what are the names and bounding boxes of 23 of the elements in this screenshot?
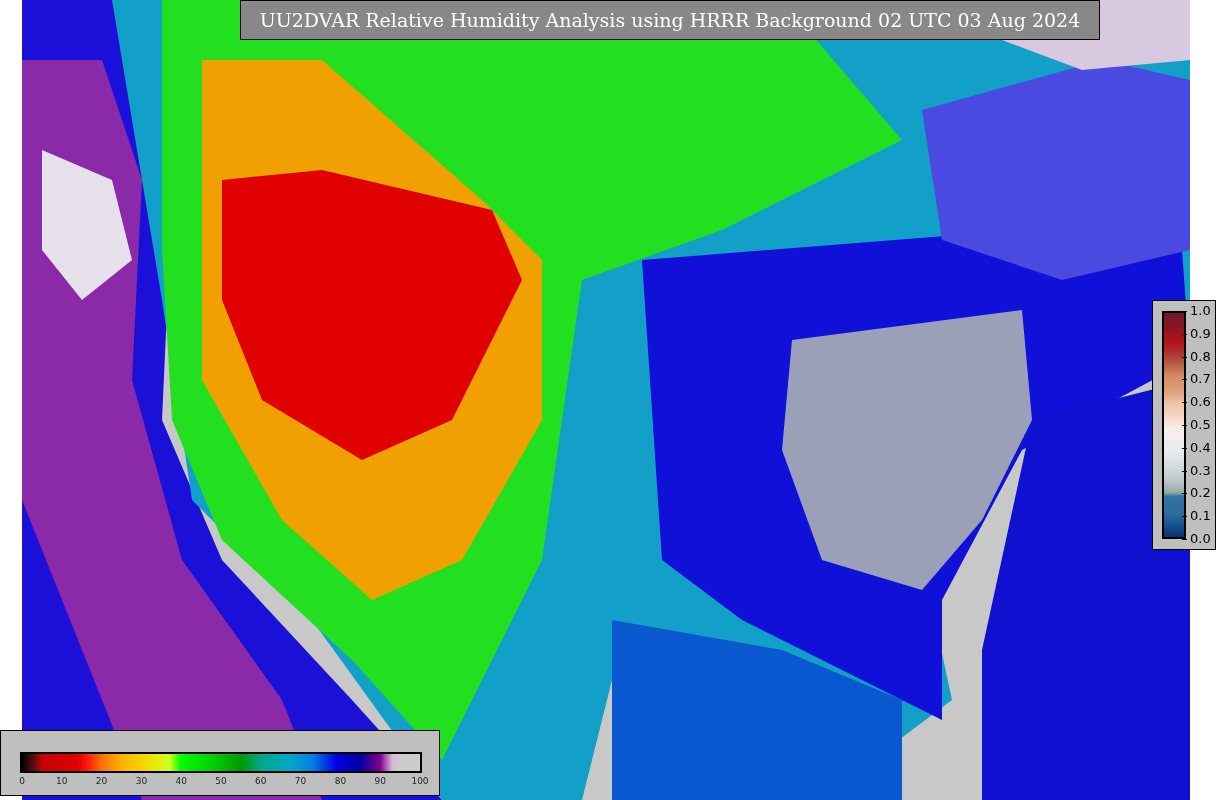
tick-label: 0.0	[1190, 532, 1211, 546]
tick-label: 40	[175, 776, 187, 786]
tick-label: 60	[255, 776, 267, 786]
tick-label: 20	[95, 776, 108, 786]
tick-label: 0.9	[1190, 326, 1211, 341]
tick-label: 30	[135, 776, 148, 786]
tick-label: 10	[56, 776, 68, 786]
tick-label: 0.8	[1190, 349, 1211, 364]
tick-label: 70	[294, 776, 307, 786]
tick-label: 0.6	[1190, 395, 1211, 410]
tick-label: 1.0	[1190, 304, 1211, 318]
tick-label: 80	[334, 776, 347, 786]
tick-label: 0.3	[1190, 463, 1211, 478]
tick-label: 50	[215, 776, 227, 786]
tick-label: 0.5	[1190, 418, 1211, 432]
map-title: UU2DVAR Relative Humidity Analysis using HRRR Background 02 UTC 03 Aug 2024	[240, 0, 1100, 40]
tick-label: 90	[374, 776, 386, 786]
tick-label: 0	[19, 776, 25, 786]
tick-label: 100	[411, 776, 429, 786]
tick-label: 0.4	[1190, 440, 1211, 455]
tick-label: 0.7	[1190, 372, 1211, 387]
tick-label: 0.2	[1190, 486, 1211, 501]
tick-label: 0.1	[1190, 509, 1211, 524]
